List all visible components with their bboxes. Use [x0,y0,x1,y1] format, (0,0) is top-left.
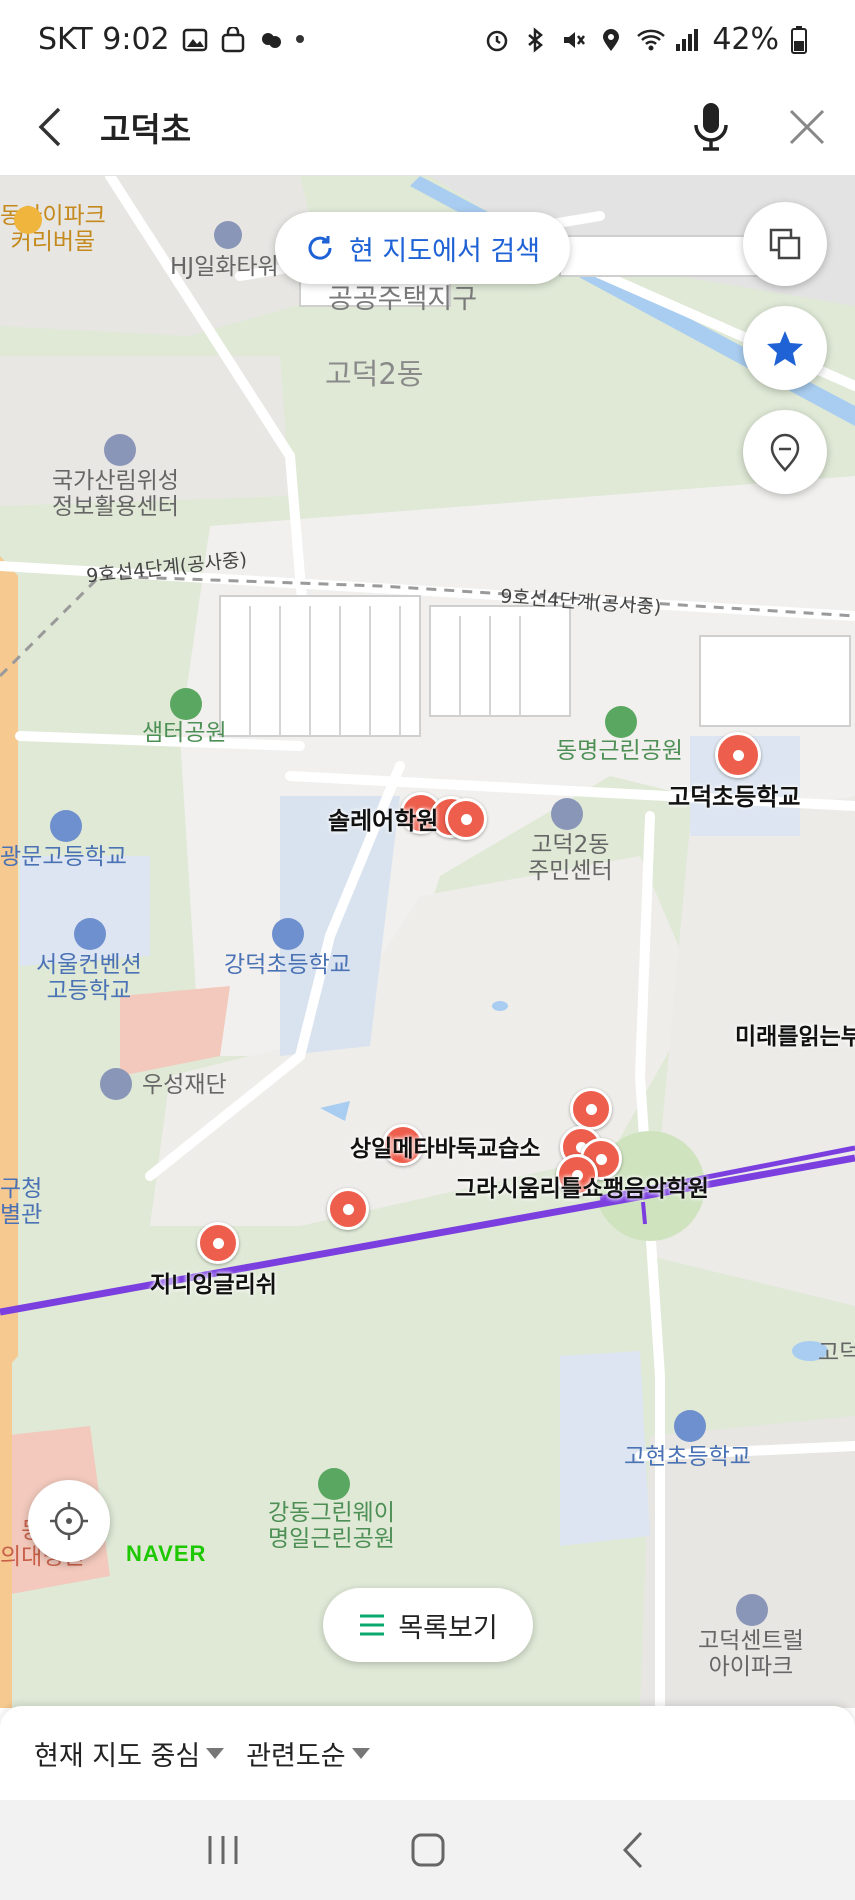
map-label-godeok-right[interactable]: 고덕 [818,1340,855,1366]
my-location-button[interactable] [28,1480,110,1562]
star-icon [767,331,803,366]
search-bar: 고덕초 [0,78,855,176]
clear-search-button[interactable] [759,78,855,176]
foundation-icon [100,1068,132,1100]
close-icon [789,109,825,144]
chevron-down-icon [351,1747,370,1759]
list-view-button[interactable]: 목록보기 [323,1588,533,1662]
recent-apps-icon [208,1836,237,1864]
battery-icon [791,26,817,54]
search-this-area-label: 현 지도에서 검색 [349,235,541,267]
school-icon [272,918,304,950]
map-label-satellite[interactable]: 국가산림위성 정보활용센터 [52,468,179,521]
recent-apps-button[interactable] [193,1820,253,1880]
school-icon [50,810,82,842]
weather-icon [258,26,284,52]
filter-sort-label: 관련도순 [246,1740,346,1772]
naver-logo: NAVER [126,1541,207,1566]
chevron-down-icon [206,1747,225,1759]
carrier-time: SKT 9:02 [38,21,170,57]
map-label-samter-park[interactable]: 샘터공원 [142,720,227,746]
location-icon [598,26,624,52]
map-label-dongmyeong-park[interactable]: 동명근린공원 [556,738,683,764]
gallery-icon [182,26,208,52]
map-label-grace-music[interactable]: 그라시움리틀쇼팽음악학원 [455,1176,709,1202]
home-button[interactable] [398,1820,458,1880]
filter-map-center-label: 현재 지도 중심 [34,1740,201,1772]
school-icon [674,1410,706,1442]
park-icon [170,688,202,720]
search-this-area-button[interactable]: 현 지도에서 검색 [275,212,571,284]
map-label-housing: 공공주택지구 [328,284,478,315]
list-icon [360,1614,385,1636]
map-label-woosung[interactable]: 우성재단 [142,1072,227,1098]
wifi-icon [636,26,666,52]
map-label-sangil-baduk[interactable]: 상일메타바둑교습소 [350,1136,540,1162]
result-marker-school[interactable] [715,732,761,778]
map-label-future[interactable]: 미래를읽는부 [735,1024,855,1050]
map-label-gu-office[interactable]: 구청 별관 [0,1176,42,1229]
system-nav-bar [0,1800,855,1900]
system-back-button[interactable] [603,1820,663,1880]
park-icon [318,1468,350,1500]
result-marker[interactable] [570,1088,612,1130]
result-marker[interactable] [327,1188,369,1230]
park-icon [605,706,637,738]
map-label-hj[interactable]: HJ일화타워 [170,254,279,280]
alarm-icon [484,26,510,52]
refresh-icon [308,236,332,260]
battery-percent: 42% [712,21,779,57]
map-base [0,176,855,1708]
signal-icon [674,26,700,52]
back-arrow-icon [38,107,61,146]
map-label-seoul-convention[interactable]: 서울컨벤션 고등학교 [36,952,142,1005]
map-label-jiny-english[interactable]: 지니잉글리쉬 [150,1272,277,1298]
list-view-label: 목록보기 [398,1612,498,1644]
building-icon [214,221,242,249]
map-label-solre[interactable]: 솔레어학원 [328,807,438,836]
map-label-gohyeon[interactable]: 고현초등학교 [624,1444,751,1470]
search-input[interactable]: 고덕초 [100,103,663,151]
apartment-icon [736,1594,768,1626]
layers-button[interactable] [743,202,827,286]
map-label-gangdeok[interactable]: 강덕초등학교 [224,952,351,978]
voice-search-button[interactable] [663,78,759,176]
mute-icon [560,26,586,52]
back-icon [622,1831,642,1869]
microphone-icon [694,102,728,151]
result-marker[interactable] [197,1222,239,1264]
map-label-greenway[interactable]: 강동그린웨이 명일근린공원 [268,1500,395,1553]
map-label-dong: 고덕2동 [325,357,424,391]
government-icon [551,798,583,830]
filter-sort[interactable]: 관련도순 [246,1734,370,1773]
layers-icon [769,228,801,260]
pin-icon [770,433,800,472]
facility-icon [104,434,136,466]
map-label-community-center[interactable]: 고덕2동 주민센터 [528,832,613,885]
more-notifications-icon [295,35,304,43]
crosshair-icon [50,1502,88,1540]
filter-map-center[interactable]: 현재 지도 중심 [34,1734,225,1773]
school-icon [74,918,106,950]
back-button[interactable] [0,78,100,176]
map-label-godeok-elementary[interactable]: 고덕초등학교 [668,783,800,812]
results-sheet[interactable]: 현재 지도 중심 관련도순 [0,1706,855,1800]
status-bar: SKT 9:02 42% [0,0,855,78]
lock-app-icon [220,25,246,53]
map-label-gwangmun[interactable]: 광문고등학교 [0,844,127,870]
location-pin-button[interactable] [743,410,827,494]
favorites-button[interactable] [743,306,827,390]
home-icon [411,1833,444,1867]
shopping-icon [14,206,42,234]
map-view[interactable]: 동아이파크 커리버물 HJ일화타워 공공주택지구 고덕2동 국가산림위성 정보활… [0,176,855,1708]
bluetooth-icon [522,26,548,53]
result-marker[interactable] [445,798,487,840]
map-label-central-ipark[interactable]: 고덕센트럴 아이파크 [698,1628,804,1681]
